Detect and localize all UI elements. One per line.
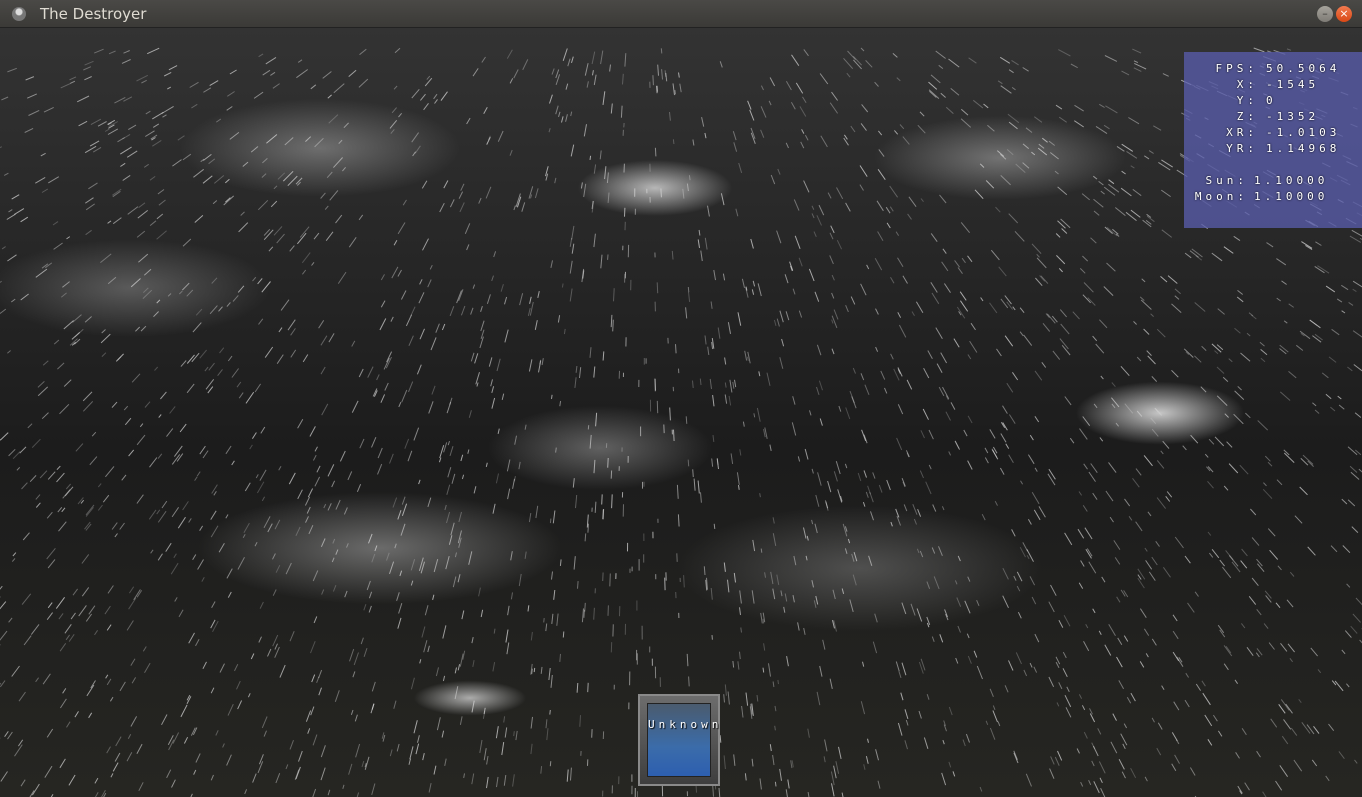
title-bar[interactable]: The Destroyer – × [0,0,1362,28]
rain-streaks [0,47,1362,797]
x-label: X: [1236,78,1258,91]
sun-value: 1.10000 [1254,174,1329,187]
fps-value: 50.5064 [1266,62,1341,75]
debug-stats-panel: FPS: 50.5064 X: -1545 Y: 0 Z: -1352 XR: … [1184,52,1362,228]
xr-label: XR: [1226,126,1258,139]
rain-layer [0,47,1362,797]
yr-label: YR: [1226,142,1258,155]
inventory-slot[interactable]: Unknown [638,694,720,786]
sun-label: Sun: [1205,174,1248,187]
y-value: 0 [1266,94,1277,107]
item-name-label: Unknown [648,718,723,731]
z-value: -1352 [1266,110,1320,123]
y-label: Y: [1236,94,1258,107]
x-value: -1545 [1266,78,1320,91]
app-icon [12,7,26,21]
game-viewport[interactable]: FPS: 50.5064 X: -1545 Y: 0 Z: -1352 XR: … [0,28,1362,797]
game-window: The Destroyer – × FPS: 50.5064 X: -1545 … [0,0,1362,797]
moon-value: 1.10000 [1254,190,1329,203]
xr-value: -1.0103 [1266,126,1341,139]
item-preview [647,703,711,777]
fps-label: FPS: [1215,62,1258,75]
close-button[interactable]: × [1336,6,1352,22]
z-label: Z: [1236,110,1258,123]
moon-label: Moon: [1194,190,1248,203]
window-title: The Destroyer [40,5,147,23]
yr-value: 1.14968 [1266,142,1341,155]
minimize-button[interactable]: – [1317,6,1333,22]
